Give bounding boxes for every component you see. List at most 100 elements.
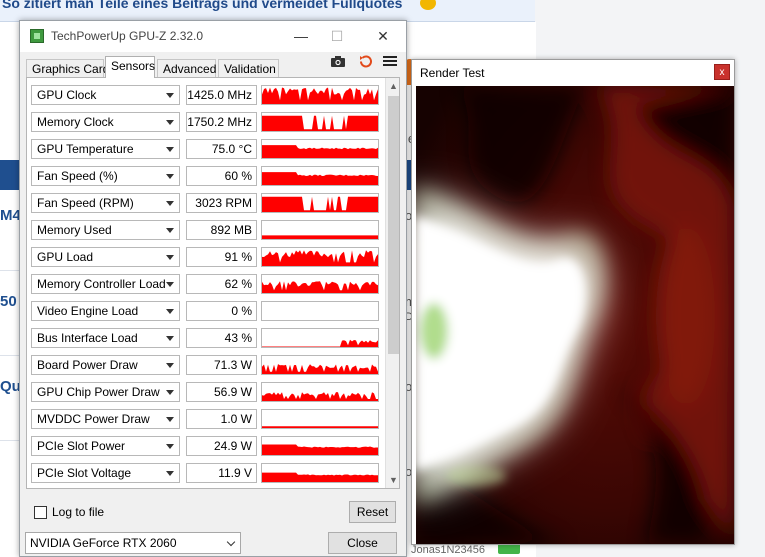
sensor-name: Bus Interface Load [37, 331, 138, 345]
log-to-file-checkbox[interactable] [34, 506, 47, 519]
sensor-graph-plot [262, 392, 378, 401]
chevron-down-icon [166, 390, 174, 395]
sensor-graph-area [262, 250, 378, 266]
sensor-name-dropdown[interactable]: Video Engine Load [31, 301, 180, 321]
tab-validation[interactable]: Validation [218, 59, 279, 78]
minimize-button[interactable]: — [286, 25, 316, 47]
sensor-name: Video Engine Load [37, 304, 139, 318]
sensor-graph-plot [262, 250, 378, 266]
sensor-graph-area [262, 115, 378, 131]
sensor-name-dropdown[interactable]: PCIe Slot Power [31, 436, 180, 456]
tab-advanced[interactable]: Advanced [157, 59, 216, 78]
chevron-down-icon [166, 417, 174, 422]
chevron-down-icon [166, 282, 174, 287]
reset-button[interactable]: Reset [349, 501, 396, 523]
sensor-graph [261, 193, 379, 213]
chevron-down-icon [166, 120, 174, 125]
sensor-graph-plot [262, 172, 378, 185]
sensor-row: GPU Clock 1425.0 MHz [31, 85, 383, 107]
menu-icon[interactable] [382, 55, 398, 69]
sensor-name: Fan Speed (RPM) [37, 196, 134, 210]
tab-graphics-card[interactable]: Graphics Card [26, 59, 109, 78]
sensor-value: 892 MB [186, 220, 257, 240]
sensor-graph-plot [262, 235, 378, 239]
sensor-graph [261, 436, 379, 456]
forum-header-strip [0, 160, 20, 190]
sensor-name-dropdown[interactable]: Memory Controller Load [31, 274, 180, 294]
gpuz-app-icon [30, 29, 44, 43]
gpuz-window: TechPowerUp GPU-Z 2.32.0 — ☐ ✕ Graphics … [19, 20, 407, 557]
forum-thread-title-fragment[interactable]: M4 [0, 207, 21, 224]
sensor-row: PCIe Slot Power 24.9 W [31, 436, 383, 458]
render-close-button[interactable]: x [714, 64, 730, 80]
sensor-name: GPU Chip Power Draw [37, 385, 160, 399]
sensors-scrollbar[interactable]: ▲ ▼ [385, 78, 399, 488]
scroll-up-arrow[interactable]: ▲ [386, 78, 399, 94]
close-window-button[interactable]: ✕ [368, 25, 398, 47]
sensor-graph-plot [262, 281, 378, 293]
sensor-name: PCIe Slot Power [37, 439, 126, 453]
sensor-graph-area [262, 196, 378, 212]
sensor-graph [261, 220, 379, 240]
sensor-row: Fan Speed (RPM) 3023 RPM [31, 193, 383, 215]
sensor-row: Memory Clock 1750.2 MHz [31, 112, 383, 134]
log-to-file-label[interactable]: Log to file [52, 505, 104, 519]
forum-username[interactable]: Jonas1N23456 [411, 544, 485, 556]
render-test-titlebar[interactable]: Render Test x [412, 60, 734, 86]
sensor-name-dropdown[interactable]: GPU Temperature [31, 139, 180, 159]
gpu-select-value: NVIDIA GeForce RTX 2060 [30, 536, 177, 550]
sensor-name: Fan Speed (%) [37, 169, 118, 183]
sensor-graph-area [262, 145, 378, 158]
sensor-name: Board Power Draw [37, 358, 138, 372]
sensor-name-dropdown[interactable]: Memory Used [31, 220, 180, 240]
scroll-thumb[interactable] [388, 96, 399, 354]
sensor-graph [261, 463, 379, 483]
sensor-name-dropdown[interactable]: MVDDC Power Draw [31, 409, 180, 429]
sensor-graph-area [262, 364, 378, 374]
chevron-down-icon [166, 255, 174, 260]
camera-icon[interactable] [330, 55, 346, 69]
sensor-name-dropdown[interactable]: PCIe Slot Voltage [31, 463, 180, 483]
forum-thread-title-fragment[interactable]: Qu [0, 378, 21, 395]
sensor-graph-plot [262, 196, 378, 212]
chevron-down-icon [166, 147, 174, 152]
sensor-graph [261, 301, 379, 321]
forum-thread-title-fragment[interactable]: 50 [0, 293, 17, 310]
scroll-down-arrow[interactable]: ▼ [386, 472, 399, 488]
sensor-name-dropdown[interactable]: Memory Clock [31, 112, 180, 132]
close-button[interactable]: Close [328, 532, 397, 554]
sensor-value: 62 % [186, 274, 257, 294]
sensor-graph [261, 409, 379, 429]
sensor-value: 0 % [186, 301, 257, 321]
sensor-name: GPU Temperature [37, 142, 134, 156]
sensor-name: GPU Load [37, 250, 94, 264]
gpu-select-dropdown[interactable]: NVIDIA GeForce RTX 2060 [25, 532, 241, 554]
sensor-value: 11.9 V [186, 463, 257, 483]
gpuz-titlebar[interactable]: TechPowerUp GPU-Z 2.32.0 — ☐ ✕ [20, 21, 406, 52]
chevron-down-icon [166, 309, 174, 314]
sensor-graph-area [262, 281, 378, 293]
sensor-row: Board Power Draw 71.3 W [31, 355, 383, 377]
sensor-row: Memory Used 892 MB [31, 220, 383, 242]
sensor-name-dropdown[interactable]: Bus Interface Load [31, 328, 180, 348]
sensor-name-dropdown[interactable]: GPU Clock [31, 85, 180, 105]
chevron-down-icon [166, 201, 174, 206]
sensor-graph [261, 382, 379, 402]
sensor-name: PCIe Slot Voltage [37, 466, 132, 480]
sensor-name: MVDDC Power Draw [37, 412, 150, 426]
sensor-name-dropdown[interactable]: Fan Speed (%) [31, 166, 180, 186]
sensor-graph-plot [262, 302, 378, 320]
sensor-graph-plot [262, 472, 378, 482]
sensor-value: 75.0 °C [186, 139, 257, 159]
sensor-name-dropdown[interactable]: GPU Chip Power Draw [31, 382, 180, 402]
maximize-button[interactable]: ☐ [322, 25, 352, 47]
tab-sensors[interactable]: Sensors [105, 56, 155, 78]
refresh-icon[interactable] [358, 55, 374, 69]
sensor-name-dropdown[interactable]: Board Power Draw [31, 355, 180, 375]
sensor-graph [261, 247, 379, 267]
sensor-row: GPU Chip Power Draw 56.9 W [31, 382, 383, 404]
sensors-panel: GPU Clock 1425.0 MHz Memory Clock 1750.2 MH… [26, 77, 400, 489]
sensor-name-dropdown[interactable]: GPU Load [31, 247, 180, 267]
sensor-name: Memory Used [37, 223, 112, 237]
sensor-name-dropdown[interactable]: Fan Speed (RPM) [31, 193, 180, 213]
